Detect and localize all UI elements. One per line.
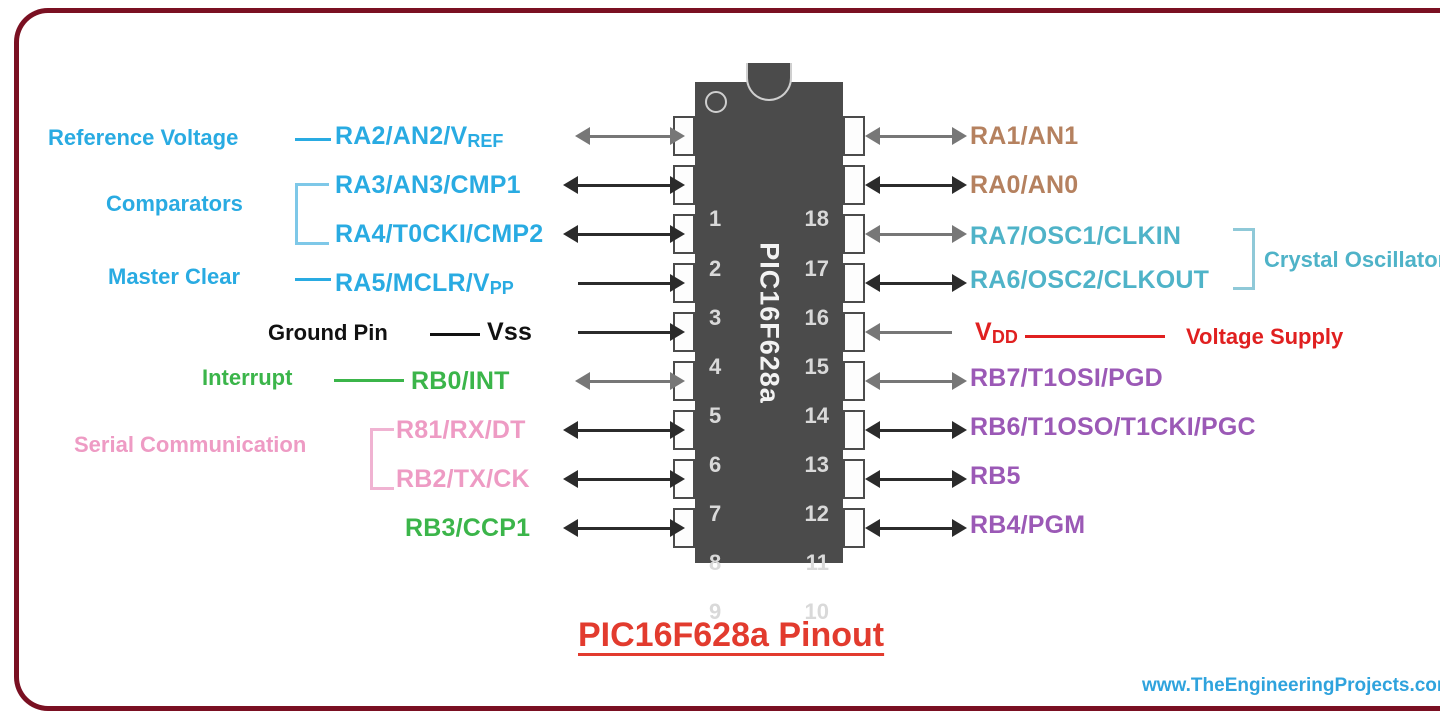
pin-arrow-2 xyxy=(563,176,685,194)
pin-signal-2: RA3/AN3/CMP1 xyxy=(335,171,521,199)
pin-signal-16: RA7/OSC1/CLKIN xyxy=(970,222,1182,250)
pin-pad-12 xyxy=(843,410,865,450)
pin-number-8: 8 xyxy=(709,550,722,575)
pin-arrow-1 xyxy=(575,127,685,145)
pin-pad-15 xyxy=(843,263,865,303)
pin-number-6: 6 xyxy=(709,452,722,477)
pin-pad-13 xyxy=(843,361,865,401)
pin-number-13: 13 xyxy=(804,452,829,477)
chip-part-number: PIC16F628a xyxy=(754,241,785,404)
pin-arrow-14 xyxy=(865,323,952,341)
pin-arrow-18 xyxy=(865,127,967,145)
connector-reference-voltage xyxy=(295,138,331,141)
pin-number-18: 18 xyxy=(804,206,829,231)
pin-number-16: 16 xyxy=(804,305,829,330)
pin-signal-13: RB7/T1OSI/PGD xyxy=(970,364,1163,392)
pin-signal-9: RB3/CCP1 xyxy=(405,514,531,542)
pin-signal-11: RB5 xyxy=(970,462,1021,490)
pin-arrow-9 xyxy=(563,519,685,537)
pin-signal-7: R81/RX/DT xyxy=(396,416,526,444)
pin-pad-11 xyxy=(843,459,865,499)
pin-pad-18 xyxy=(843,116,865,156)
pin-arrow-4 xyxy=(578,274,685,292)
pin-number-5: 5 xyxy=(709,403,722,428)
pin-pad-10 xyxy=(843,508,865,548)
pin-signal-3: RA4/T0CKI/CMP2 xyxy=(335,220,544,248)
pin-number-12: 12 xyxy=(804,501,829,526)
pin-number-15: 15 xyxy=(804,354,829,379)
chip-notch-icon xyxy=(746,63,792,101)
pin-arrow-16 xyxy=(865,225,967,243)
pin-arrow-6 xyxy=(575,372,685,390)
pin-signal-17: RA0/AN0 xyxy=(970,171,1079,199)
pin-pad-17 xyxy=(843,165,865,205)
pin-arrow-11 xyxy=(865,470,967,488)
pin-arrow-13 xyxy=(865,372,967,390)
pin-arrow-17 xyxy=(865,176,967,194)
connector-voltage-supply xyxy=(1025,335,1165,338)
connector-interrupt xyxy=(334,379,404,382)
pin-signal-12: RB6/T1OSO/T1CKI/PGC xyxy=(970,413,1256,441)
function-reference-voltage: Reference Voltage xyxy=(48,125,239,150)
function-interrupt: Interrupt xyxy=(202,365,293,390)
pin-pad-14 xyxy=(843,312,865,352)
function-comparators: Comparators xyxy=(106,191,243,216)
pin-number-17: 17 xyxy=(804,256,829,281)
connector-master-clear xyxy=(295,278,331,281)
connector-comparators-bracket xyxy=(295,183,329,245)
pin-signal-4: RA5/MCLR/VPP xyxy=(335,269,514,299)
function-crystal-oscillator: Crystal Oscillator xyxy=(1264,247,1440,272)
function-voltage-supply: Voltage Supply xyxy=(1186,324,1344,349)
pin-arrow-8 xyxy=(563,470,685,488)
pin-arrow-15 xyxy=(865,274,967,292)
pin-number-4: 4 xyxy=(709,354,722,379)
pin-number-1: 1 xyxy=(709,206,722,231)
pin-arrow-7 xyxy=(563,421,685,439)
chip-body: PIC16F628a 1 2 3 4 5 6 7 8 9 18 17 16 15… xyxy=(695,63,843,624)
pin-number-14: 14 xyxy=(804,403,829,428)
pin-arrow-12 xyxy=(865,421,967,439)
function-serial-communication: Serial Communication xyxy=(74,432,307,457)
pin-arrow-10 xyxy=(865,519,967,537)
pin-arrow-3 xyxy=(563,225,685,243)
pin-signal-1: RA2/AN2/VREF xyxy=(335,122,504,152)
watermark: www.TheEngineeringProjects.com xyxy=(1142,675,1440,696)
pin-signal-15: RA6/OSC2/CLKOUT xyxy=(970,266,1210,294)
pin-signal-5: Vss xyxy=(487,318,533,346)
pin-number-11: 11 xyxy=(805,550,829,575)
connector-ground-pin xyxy=(430,333,480,336)
connector-serial-bracket xyxy=(370,428,394,490)
pin-number-7: 7 xyxy=(709,501,722,526)
function-ground-pin: Ground Pin xyxy=(268,320,388,345)
chip-pin1-dot-icon xyxy=(705,91,727,113)
pin-signal-18: RA1/AN1 xyxy=(970,122,1079,150)
pin-signal-14: VDD xyxy=(975,318,1018,348)
page-title: PIC16F628a Pinout xyxy=(578,616,885,654)
pin-signal-8: RB2/TX/CK xyxy=(396,465,530,493)
pin-number-2: 2 xyxy=(709,256,722,281)
pin-pad-16 xyxy=(843,214,865,254)
pin-number-3: 3 xyxy=(709,305,722,330)
pin-signal-10: RB4/PGM xyxy=(970,511,1086,539)
connector-crystal-bracket xyxy=(1233,228,1255,290)
pin-signal-6: RB0/INT xyxy=(411,367,510,395)
pin-arrow-5 xyxy=(578,323,685,341)
function-master-clear: Master Clear xyxy=(108,264,241,289)
